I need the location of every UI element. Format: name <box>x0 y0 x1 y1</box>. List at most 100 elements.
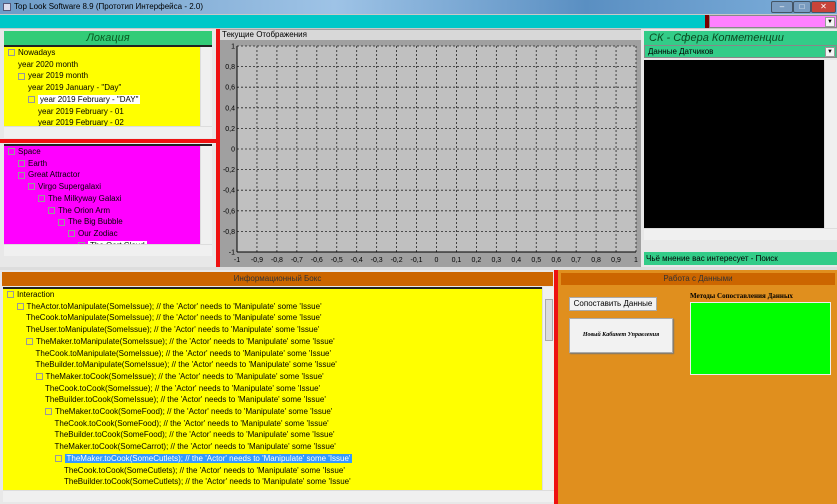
vertical-scrollbar[interactable] <box>542 287 554 490</box>
x-tick-label: 0,2 <box>472 257 482 264</box>
splitter[interactable] <box>0 139 216 143</box>
x-tick-label: -0,9 <box>251 257 263 264</box>
horizontal-scrollbar[interactable] <box>3 490 554 502</box>
methods-label: Методы Сопоставления Данных <box>690 292 793 300</box>
tree-node-label: The Orion Arm <box>58 205 111 215</box>
tree-node[interactable]: TheCook.toCook(SomeCutlets); // the 'Act… <box>64 465 345 476</box>
tree-node[interactable]: ⊞Earth <box>18 158 47 169</box>
tree-node[interactable]: TheBuilder.toManipulate(SomeIssue); // t… <box>36 359 337 370</box>
tree-node-label: TheMaker.toCook(SomeFood); // the 'Actor… <box>55 407 333 416</box>
tree-node[interactable]: ⊟Space <box>8 146 41 157</box>
horizontal-scrollbar[interactable] <box>4 126 212 138</box>
tree-node[interactable]: ⊟Our Zodiac <box>68 228 118 239</box>
tree-node-label: year 2019 month <box>28 71 89 81</box>
tree-node[interactable]: ⊟Nowadays <box>8 47 55 58</box>
tree-node-label: TheCook.toManipulate(SomeIssue); // the … <box>35 348 332 358</box>
tree-node-label: TheMaker.toManipulate(SomeIssue); // the… <box>36 336 335 346</box>
search-status[interactable]: Чьё мнение вас интересует - Поиск <box>644 252 837 265</box>
tree-node[interactable]: ⊟TheMaker.toCook(SomeIssue); // the 'Act… <box>35 371 324 382</box>
expander-icon[interactable]: ⊟ <box>8 148 15 156</box>
cyan-input-bar[interactable] <box>0 15 705 28</box>
tree-node-label: Great Attractor <box>28 170 81 180</box>
tree-node[interactable]: ⊟Interaction <box>7 289 54 300</box>
minimize-button[interactable]: – <box>771 1 793 13</box>
tree-node[interactable]: ⊟The Milkyway Galaxi <box>38 193 121 204</box>
tree-node[interactable]: year 2019 February - 01 <box>38 106 124 117</box>
x-tick-label: -1 <box>234 257 240 264</box>
tree-node[interactable]: ⊟The Big Bubble <box>58 216 123 227</box>
maximize-button[interactable]: □ <box>793 1 811 13</box>
close-button[interactable]: ✕ <box>811 1 836 13</box>
chart-title: Текущие Отображения <box>220 30 641 40</box>
tree-node-label: TheBuilder.toCook(SomeIssue); // the 'Ac… <box>45 395 326 405</box>
expander-icon[interactable]: ⊟ <box>58 218 65 226</box>
tree-node[interactable]: ⊟TheMaker.toManipulate(SomeIssue); // th… <box>26 336 335 347</box>
new-control-cabinet-button[interactable]: Новый Кабинет Управления <box>569 318 673 353</box>
expander-icon[interactable]: ⊟ <box>8 49 15 57</box>
time-tree[interactable]: ⊟Nowadaysyear 2020 month⊟year 2019 month… <box>4 45 212 138</box>
expander-icon[interactable]: ⊟ <box>28 183 35 191</box>
tree-node-label: TheCook.toCook(SomeFood); // the 'Actor'… <box>54 418 329 428</box>
tree-node[interactable]: TheCook.toCook(SomeIssue); // the 'Actor… <box>45 383 320 394</box>
info-tree[interactable]: ⊟Interaction⊟TheActor.toManipulate(SomeI… <box>3 287 542 490</box>
tree-node[interactable]: TheUser.toManipulate(SomeIssue); // the … <box>26 324 319 335</box>
x-tick-label: 0,5 <box>531 257 541 264</box>
tree-node-label: The Big Bubble <box>68 217 123 227</box>
horizontal-scrollbar[interactable] <box>644 228 837 240</box>
compare-data-button[interactable]: Сопоставить Данные <box>569 297 657 311</box>
expander-icon[interactable]: ⊟ <box>35 373 43 381</box>
space-tree[interactable]: ⊟Space⊞Earth⊟Great Attractor⊟Virgo Super… <box>4 144 212 256</box>
vertical-scrollbar[interactable] <box>200 146 212 244</box>
expander-icon[interactable]: ⊟ <box>38 195 45 203</box>
tree-node[interactable]: TheBuilder.toCook(SomeCutlets); // the '… <box>64 476 351 487</box>
tree-node[interactable]: TheBuilder.toCook(SomeFood); // the 'Act… <box>55 429 335 440</box>
tree-node[interactable]: ⊟TheActor.toManipulate(SomeIssue); // th… <box>16 301 322 312</box>
y-tick-label: 0 <box>231 147 235 154</box>
tree-node-label: TheCook.toManipulate(SomeIssue); // the … <box>26 313 322 323</box>
tree-node[interactable]: TheMaker.toCook(SomeCarrot); // the 'Act… <box>55 441 336 452</box>
chevron-down-icon[interactable]: ▼ <box>825 17 835 27</box>
tree-node[interactable]: ⊟year 2019 month <box>18 70 88 81</box>
x-tick-label: 0,4 <box>511 257 521 264</box>
pink-combobox[interactable]: ▼ <box>709 15 837 28</box>
expander-icon[interactable]: ⊞ <box>18 160 25 168</box>
expander-icon[interactable]: ⊟ <box>48 206 55 214</box>
tree-node[interactable]: TheCook.toManipulate(SomeIssue); // the … <box>26 312 322 323</box>
vertical-scrollbar[interactable] <box>824 60 837 228</box>
expander-icon[interactable]: ⊟ <box>18 72 25 80</box>
tree-node-label: TheActor.toManipulate(SomeIssue); // the… <box>26 301 322 311</box>
display-area <box>644 60 824 228</box>
chevron-down-icon[interactable]: ▼ <box>825 47 835 57</box>
tree-node[interactable]: TheCook.toCook(SomeFood); // the 'Actor'… <box>55 418 329 429</box>
x-tick-label: -0,4 <box>351 257 363 264</box>
tree-node[interactable]: ⊟TheMaker.toCook(SomeCutlets); // the 'A… <box>54 453 353 464</box>
tree-node-label: TheUser.toManipulate(SomeIssue); // the … <box>26 325 320 335</box>
expander-icon[interactable]: ⊟ <box>7 291 14 299</box>
y-tick-label: -0,2 <box>223 167 235 174</box>
tree-node[interactable]: TheBuilder.toCook(SomeIssue); // the 'Ac… <box>45 394 326 405</box>
expander-icon[interactable]: ⊟ <box>26 338 33 346</box>
expander-icon[interactable]: ⊟ <box>54 455 62 463</box>
methods-list[interactable] <box>690 302 831 375</box>
tree-node-label: Our Zodiac <box>78 228 118 238</box>
location-header: Локация <box>4 31 212 45</box>
tree-node[interactable]: ⊟Virgo Supergalaxi <box>28 181 101 192</box>
tree-node[interactable]: ⊟Great Attractor <box>18 169 80 180</box>
x-tick-label: -0,1 <box>411 257 423 264</box>
tree-node[interactable]: TheCook.toManipulate(SomeIssue); // the … <box>36 348 332 359</box>
tree-node[interactable]: year 2019 January - "Day" <box>28 82 121 93</box>
tree-node[interactable]: ⊟year 2019 February - "DAY" <box>28 94 141 105</box>
tree-node[interactable]: year 2020 month <box>18 59 78 70</box>
tree-node[interactable]: ⊟TheMaker.toCook(SomeFood); // the 'Acto… <box>45 406 332 417</box>
expander-icon[interactable]: ⊟ <box>16 303 24 311</box>
expander-icon[interactable]: ⊟ <box>45 408 52 416</box>
expander-icon[interactable]: ⊟ <box>68 230 75 238</box>
expander-icon[interactable]: ⊟ <box>28 96 35 104</box>
y-tick-label: -0,8 <box>223 229 235 236</box>
tree-node[interactable]: ⊟The Orion Arm <box>48 205 110 216</box>
vertical-scrollbar[interactable] <box>200 47 212 126</box>
expander-icon[interactable]: ⊟ <box>18 171 25 179</box>
horizontal-scrollbar[interactable] <box>4 244 212 256</box>
tree-node-label: year 2019 January - "Day" <box>28 83 122 93</box>
sensor-data-combobox[interactable]: Данные Датчиков ▼ <box>644 45 837 58</box>
